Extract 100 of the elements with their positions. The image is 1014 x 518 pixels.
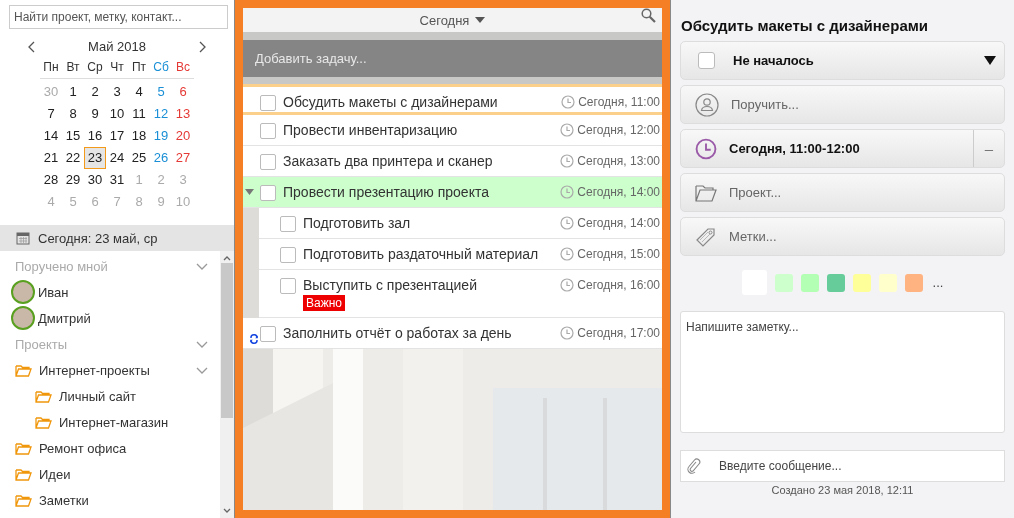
calendar-day[interactable]: 25 xyxy=(128,147,150,169)
calendar-day[interactable]: 12 xyxy=(150,103,172,125)
task-row[interactable]: Заказать два принтера и сканер Сегодня, 13:00 xyxy=(243,146,662,177)
project-item[interactable]: Личный сайт xyxy=(59,388,208,404)
calendar-day[interactable]: 19 xyxy=(150,125,172,147)
checkbox[interactable] xyxy=(280,247,296,263)
section-label: Проекты xyxy=(15,336,69,352)
person-item[interactable]: Дмитрий xyxy=(0,305,220,331)
project-field[interactable]: Проект... xyxy=(680,173,1005,212)
chevron-icon[interactable] xyxy=(196,366,208,375)
calendar-day[interactable]: 9 xyxy=(84,103,106,125)
task-title: Выступить с презентацией xyxy=(303,277,478,293)
calendar-day[interactable]: 23 xyxy=(84,147,106,169)
created-date: Создано 23 мая 2018, 12:11 xyxy=(770,484,915,496)
tags-field[interactable]: Метки... xyxy=(680,217,1005,256)
status-dropdown[interactable]: Не началось xyxy=(680,41,1005,80)
remove-button[interactable]: – xyxy=(973,130,1004,167)
search-icon[interactable] xyxy=(641,8,656,23)
task-time: Сегодня, 16:00 xyxy=(577,278,660,292)
calendar-day[interactable]: 1 xyxy=(62,81,84,103)
calendar-day[interactable]: 29 xyxy=(62,169,84,191)
next-icon[interactable] xyxy=(199,40,207,53)
paperclip-icon[interactable] xyxy=(687,458,701,474)
calendar-day[interactable]: 14 xyxy=(40,125,62,147)
color-swatch[interactable] xyxy=(904,273,923,292)
calendar-day[interactable]: 10 xyxy=(106,103,128,125)
task-row[interactable]: Заполнить отчёт о работах за день Сегодня, 17:00 xyxy=(243,318,662,349)
today-item[interactable]: Сегодня: 23 май, ср xyxy=(0,225,234,251)
calendar-day[interactable]: 20 xyxy=(172,125,194,147)
scroll-down-icon[interactable] xyxy=(223,508,231,514)
calendar-day[interactable]: 6 xyxy=(172,81,194,103)
checkbox[interactable] xyxy=(260,123,276,139)
folder-icon xyxy=(35,415,52,429)
calendar-day[interactable]: 3 xyxy=(106,81,128,103)
calendar-day[interactable]: 22 xyxy=(62,147,84,169)
assign-field[interactable]: Поручить... xyxy=(680,85,1005,124)
calendar-day[interactable]: 31 xyxy=(106,169,128,191)
calendar-day[interactable]: 5 xyxy=(150,81,172,103)
task-title: Провести инвентаризацию xyxy=(283,122,459,138)
folder-icon xyxy=(15,363,32,377)
calendar-day[interactable]: 15 xyxy=(62,125,84,147)
task-row[interactable]: Подготовить зал Сегодня, 14:00 xyxy=(259,208,662,239)
calendar-day[interactable]: 11 xyxy=(128,103,150,125)
person-item[interactable]: Иван xyxy=(0,279,220,305)
task-row[interactable]: Провести инвентаризацию Сегодня, 12:00 xyxy=(243,115,662,146)
task-row[interactable]: Провести презентацию проекта Сегодня, 14:00 xyxy=(243,177,662,208)
dropdown-icon[interactable] xyxy=(475,17,486,23)
project-item[interactable]: Идеи xyxy=(39,466,208,482)
checkbox[interactable] xyxy=(280,278,296,294)
project-item[interactable]: Заметки xyxy=(39,492,208,508)
calendar-day[interactable]: 7 xyxy=(40,103,62,125)
calendar-day[interactable]: 8 xyxy=(62,103,84,125)
date-field[interactable]: Сегодня, 11:00-12:00 – xyxy=(680,129,1005,168)
project-item[interactable]: Интернет-магазин xyxy=(59,414,208,430)
color-swatch[interactable] xyxy=(878,273,897,292)
calendar-day[interactable]: 16 xyxy=(84,125,106,147)
checkbox[interactable] xyxy=(260,185,276,201)
scroll-up-icon[interactable] xyxy=(223,255,231,261)
checkbox[interactable] xyxy=(280,216,296,232)
calendar-day[interactable]: 17 xyxy=(106,125,128,147)
calendar-day[interactable]: 26 xyxy=(150,147,172,169)
checkbox[interactable] xyxy=(260,326,276,342)
calendar-day[interactable]: 13 xyxy=(172,103,194,125)
clock-icon xyxy=(695,137,717,160)
chevron-icon[interactable] xyxy=(196,340,208,349)
project-item[interactable]: Ремонт офиса xyxy=(39,440,208,456)
task-row[interactable]: Обсудить макеты с дизайнерами Сегодня, 11:00 xyxy=(243,84,662,115)
calendar-day[interactable]: 24 xyxy=(106,147,128,169)
task-row[interactable]: Подготовить раздаточный материал Сегодня, 15:00 xyxy=(259,239,662,270)
folder-icon xyxy=(15,493,32,507)
calendar-day[interactable]: 28 xyxy=(40,169,62,191)
calendar-day[interactable]: 4 xyxy=(128,81,150,103)
checkbox[interactable] xyxy=(260,154,276,170)
more-colors[interactable]: ... xyxy=(932,275,944,290)
checkbox[interactable] xyxy=(260,95,276,111)
task-row[interactable]: Выступить с презентацией Важно Сегодня, 16:00 xyxy=(259,270,662,318)
chevron-icon[interactable] xyxy=(196,262,208,271)
color-swatch[interactable] xyxy=(800,273,819,292)
task-time: Сегодня, 14:00 xyxy=(577,185,660,199)
checkbox[interactable] xyxy=(698,52,715,69)
calendar-day[interactable]: 27 xyxy=(172,147,194,169)
calendar-day[interactable]: 21 xyxy=(40,147,62,169)
previous-icon[interactable] xyxy=(27,40,35,53)
note-field[interactable]: Напишите заметку... xyxy=(680,311,1005,433)
search-field[interactable]: Найти проект, метку, контакт... xyxy=(9,5,228,29)
color-swatch[interactable] xyxy=(852,273,871,292)
calendar-day[interactable]: 18 xyxy=(128,125,150,147)
color-swatch[interactable] xyxy=(826,273,845,292)
calendar-day[interactable]: 2 xyxy=(84,81,106,103)
caret-icon[interactable] xyxy=(245,189,254,195)
message-field[interactable]: Введите сообщение... xyxy=(680,450,1005,482)
weekday-label: Чт xyxy=(106,60,128,79)
scrollbar[interactable] xyxy=(220,251,234,518)
filter-title[interactable]: Сегодня xyxy=(419,12,470,28)
calendar-day[interactable]: 30 xyxy=(84,169,106,191)
project-item[interactable]: Интернет-проекты xyxy=(39,362,196,378)
clock-icon xyxy=(560,326,575,340)
add-task-field[interactable]: Добавить задачу... xyxy=(243,40,662,77)
task-title: Подготовить раздаточный материал xyxy=(303,246,540,262)
color-swatch[interactable] xyxy=(774,273,793,292)
